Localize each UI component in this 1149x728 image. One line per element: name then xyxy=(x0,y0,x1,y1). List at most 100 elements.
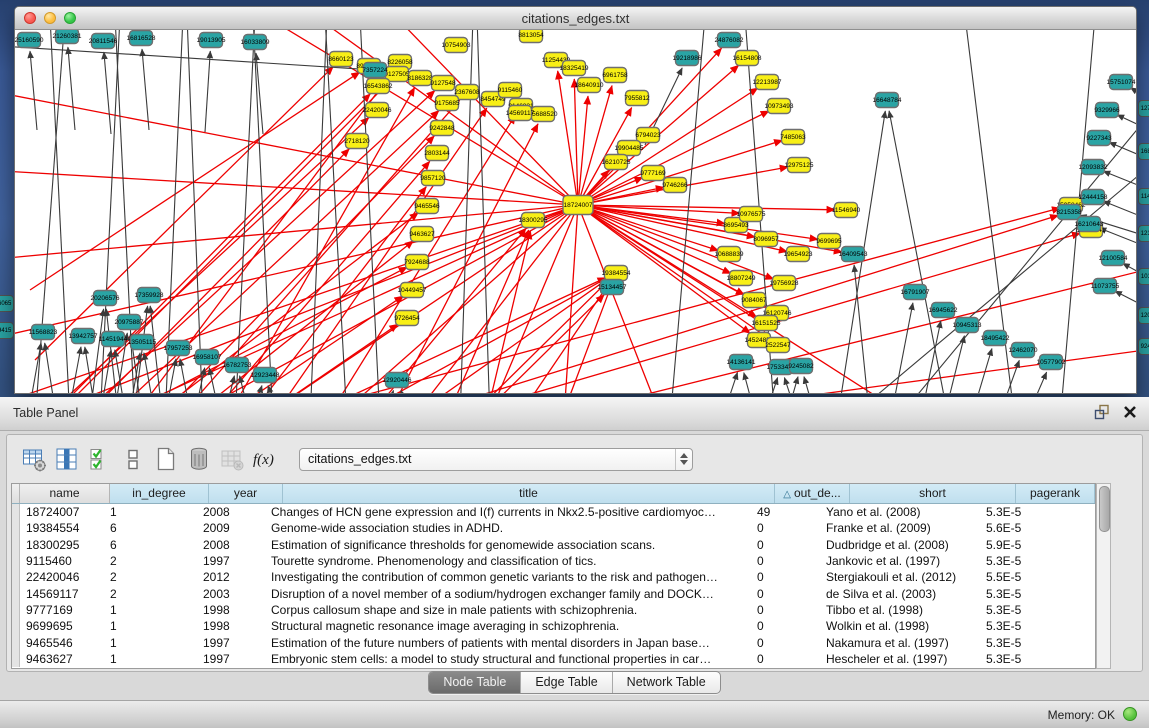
graph-edge[interactable] xyxy=(1103,171,1136,200)
graph-node[interactable]: 18724007 xyxy=(563,196,593,215)
graph-node[interactable]: 19384554 xyxy=(602,266,631,281)
graph-edge[interactable] xyxy=(104,52,111,134)
graph-node[interactable]: 9227343 xyxy=(1086,131,1112,146)
cell-name[interactable]: 18300295 xyxy=(20,538,104,552)
memory-status-icon[interactable] xyxy=(1123,707,1137,721)
cell-out_degree[interactable]: 0 xyxy=(751,587,820,601)
cell-pagerank[interactable]: 5.3E-5 xyxy=(980,636,1053,650)
network-canvas[interactable]: 1872400719384554183002958660123891295482… xyxy=(15,30,1136,393)
cell-out_degree[interactable]: 0 xyxy=(751,521,820,535)
cell-short[interactable]: Tibbo et al. (1998) xyxy=(820,603,980,617)
table-row[interactable]: 2242004622012Investigating the contribut… xyxy=(12,569,1095,585)
graph-edge[interactable] xyxy=(804,377,817,393)
graph-node[interactable]: 16151525 xyxy=(752,316,781,331)
cell-year[interactable]: 2008 xyxy=(197,505,265,519)
column-header-title[interactable]: title xyxy=(283,484,775,503)
cell-pagerank[interactable]: 5.3E-5 xyxy=(980,652,1053,666)
scrollbar-thumb[interactable] xyxy=(1099,486,1110,532)
graph-node[interactable]: 6961758 xyxy=(602,68,628,83)
network-window-titlebar[interactable]: citations_edges.txt xyxy=(15,7,1136,30)
table-scrollbar[interactable] xyxy=(1096,483,1111,669)
graph-node[interactable]: 9465546 xyxy=(414,199,440,214)
cell-year[interactable]: 1998 xyxy=(197,619,265,633)
graph-edge[interactable] xyxy=(205,51,210,132)
cell-title[interactable]: Tourette syndrome. Phenomenology and cla… xyxy=(265,554,751,568)
cell-title[interactable]: Changes of HCN gene expression and I(f) … xyxy=(265,505,751,519)
cell-pagerank[interactable]: 5.3E-5 xyxy=(980,619,1053,633)
new-table-icon[interactable] xyxy=(153,446,179,472)
graph-node[interactable]: 7357224 xyxy=(362,63,388,78)
select-rows-icon[interactable] xyxy=(87,446,113,472)
graph-node[interactable]: 18325419 xyxy=(560,61,589,76)
cell-year[interactable]: 2003 xyxy=(197,587,265,601)
graph-node[interactable]: 18300295 xyxy=(519,213,548,228)
table-row[interactable]: 1872400712008Changes of HCN gene express… xyxy=(12,504,1095,520)
graph-node[interactable]: 9084067 xyxy=(741,293,767,308)
cell-name[interactable]: 22420046 xyxy=(20,570,104,584)
graph-edge[interactable] xyxy=(310,30,327,393)
cell-title[interactable]: Corpus callosum shape and size in male p… xyxy=(265,603,751,617)
cell-short[interactable]: Stergiakouli et al. (2012) xyxy=(820,570,980,584)
cell-short[interactable]: Hescheler et al. (1997) xyxy=(820,652,980,666)
network-graph-svg[interactable]: 1872400719384554183002958660123891295482… xyxy=(15,30,1136,393)
table-row[interactable]: 946362711997Embryonic stem cells: a mode… xyxy=(12,651,1095,667)
cell-pagerank[interactable]: 5.3E-5 xyxy=(980,587,1053,601)
graph-node[interactable]: 13942757 xyxy=(69,329,98,344)
graph-node[interactable]: 9175685 xyxy=(434,96,460,111)
graph-node[interactable]: 7485063 xyxy=(780,130,806,145)
graph-node[interactable]: 12213987 xyxy=(753,75,782,90)
tab-edge-table[interactable]: Edge Table xyxy=(521,672,612,693)
table-row[interactable]: 946554611997Estimation of the future num… xyxy=(12,634,1095,650)
cell-name[interactable]: 18724007 xyxy=(20,505,104,519)
table-row[interactable]: 1938455462009Genome-wide association stu… xyxy=(12,520,1095,536)
column-header-short[interactable]: short xyxy=(850,484,1016,503)
graph-edge[interactable] xyxy=(485,231,531,393)
graph-node[interactable]: 16958107 xyxy=(193,350,222,365)
table-row[interactable]: 1830029562008Estimation of significance … xyxy=(12,537,1095,553)
graph-node[interactable]: 19654923 xyxy=(784,247,813,262)
graph-node[interactable]: 15751074 xyxy=(1107,75,1136,90)
graph-edge[interactable] xyxy=(365,229,526,394)
graph-node[interactable]: 21260381 xyxy=(53,30,82,44)
cell-year[interactable]: 1997 xyxy=(197,554,265,568)
cell-name[interactable]: 9463627 xyxy=(20,652,104,666)
cell-pagerank[interactable]: 5.3E-5 xyxy=(980,603,1053,617)
graph-node[interactable]: 16154808 xyxy=(733,51,762,66)
graph-node[interactable]: 11568823 xyxy=(29,325,58,340)
graph-edge[interactable] xyxy=(165,30,183,393)
cell-in_degree[interactable]: 1 xyxy=(104,619,197,633)
cell-short[interactable]: Yano et al. (2008) xyxy=(820,505,980,519)
cell-year[interactable]: 2012 xyxy=(197,570,265,584)
cell-out_degree[interactable]: 49 xyxy=(751,505,820,519)
table-row[interactable]: 911546021997Tourette syndrome. Phenomeno… xyxy=(12,553,1095,569)
graph-node[interactable]: 16543862 xyxy=(364,79,393,94)
cell-year[interactable]: 1998 xyxy=(197,603,265,617)
graph-node[interactable]: 18640910 xyxy=(575,78,604,93)
graph-node[interactable]: 9329966 xyxy=(1094,103,1120,118)
graph-node[interactable]: 15134457 xyxy=(598,280,627,295)
cell-out_degree[interactable]: 0 xyxy=(751,652,820,666)
graph-node[interactable]: 2803144 xyxy=(424,146,450,161)
graph-node[interactable]: 8660123 xyxy=(328,52,354,67)
cell-title[interactable]: Embryonic stem cells: a model to study s… xyxy=(265,652,751,666)
cell-name[interactable]: 9465546 xyxy=(20,636,104,650)
graph-node[interactable]: 20975887 xyxy=(115,315,144,330)
graph-node[interactable]: 16409543 xyxy=(839,247,868,262)
cell-in_degree[interactable]: 1 xyxy=(104,505,197,519)
graph-node[interactable]: 16648784 xyxy=(873,93,902,108)
cell-title[interactable]: Investigating the contribution of common… xyxy=(265,570,751,584)
graph-node[interactable]: 24876082 xyxy=(715,33,744,48)
graph-node[interactable]: 12093832 xyxy=(1079,160,1108,175)
cell-pagerank[interactable]: 5.6E-5 xyxy=(980,521,1053,535)
graph-edge[interactable] xyxy=(15,205,578,340)
column-header-year[interactable]: year xyxy=(209,484,283,503)
graph-node[interactable]: 10754903 xyxy=(442,38,471,53)
graph-node[interactable]: 10973493 xyxy=(765,99,794,114)
graph-node[interactable]: 12975125 xyxy=(785,158,814,173)
cell-year[interactable]: 2008 xyxy=(197,538,265,552)
cell-in_degree[interactable]: 6 xyxy=(104,521,197,535)
graph-node[interactable]: 19013905 xyxy=(197,33,226,48)
tab-node-table[interactable]: Node Table xyxy=(429,672,521,693)
cell-pagerank[interactable]: 5.3E-5 xyxy=(980,554,1053,568)
graph-node[interactable]: 25160590 xyxy=(15,33,44,48)
